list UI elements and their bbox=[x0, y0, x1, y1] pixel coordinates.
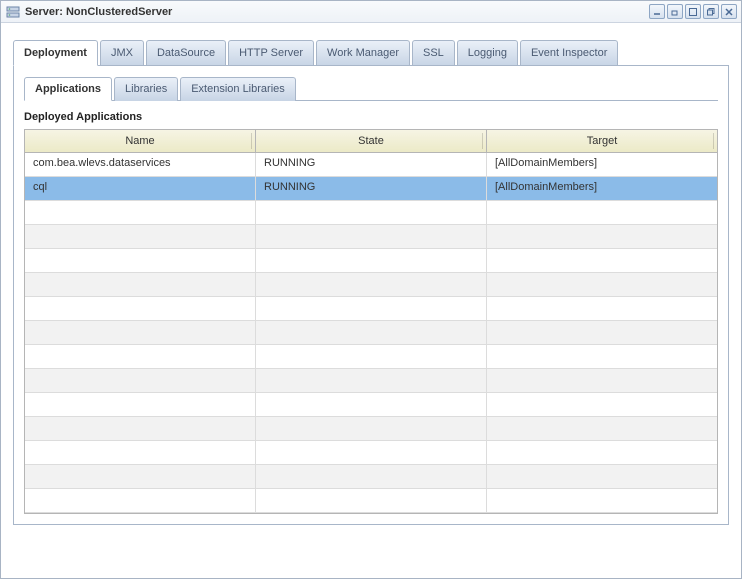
cell-state: RUNNING bbox=[256, 153, 487, 176]
cell-name: cql bbox=[25, 177, 256, 200]
cell-empty bbox=[487, 201, 717, 224]
cell-empty bbox=[256, 489, 487, 512]
titlebar: Server: NonClusteredServer bbox=[1, 1, 741, 23]
minimize-button[interactable] bbox=[649, 4, 665, 19]
table-row-empty[interactable] bbox=[25, 441, 717, 465]
table-row-empty[interactable] bbox=[25, 489, 717, 513]
sub-tabs: ApplicationsLibrariesExtension Libraries bbox=[24, 76, 718, 100]
cell-empty bbox=[256, 321, 487, 344]
cell-empty bbox=[487, 417, 717, 440]
cell-empty bbox=[25, 249, 256, 272]
table-row-empty[interactable] bbox=[25, 249, 717, 273]
cell-empty bbox=[487, 249, 717, 272]
cell-empty bbox=[256, 441, 487, 464]
maximize-button[interactable] bbox=[685, 4, 701, 19]
cell-state: RUNNING bbox=[256, 177, 487, 200]
content-area: DeploymentJMXDataSourceHTTP ServerWork M… bbox=[1, 23, 741, 578]
tab-datasource[interactable]: DataSource bbox=[146, 40, 226, 66]
section-title: Deployed Applications bbox=[24, 111, 718, 123]
cell-empty bbox=[25, 417, 256, 440]
table-row-empty[interactable] bbox=[25, 201, 717, 225]
applications-table: NameStateTarget com.bea.wlevs.dataservic… bbox=[24, 129, 718, 514]
subtab-applications[interactable]: Applications bbox=[24, 77, 112, 101]
column-header-name[interactable]: Name bbox=[25, 130, 256, 152]
server-icon bbox=[5, 4, 21, 20]
titlebar-buttons bbox=[649, 4, 737, 19]
cell-empty bbox=[256, 249, 487, 272]
cell-empty bbox=[25, 489, 256, 512]
cell-empty bbox=[487, 369, 717, 392]
table-row[interactable]: cqlRUNNING[AllDomainMembers] bbox=[25, 177, 717, 201]
column-header-state[interactable]: State bbox=[256, 130, 487, 152]
cell-empty bbox=[25, 369, 256, 392]
table-header: NameStateTarget bbox=[25, 130, 717, 153]
cell-empty bbox=[256, 345, 487, 368]
cell-empty bbox=[256, 465, 487, 488]
cell-empty bbox=[25, 465, 256, 488]
column-header-target[interactable]: Target bbox=[487, 130, 717, 152]
cell-empty bbox=[256, 225, 487, 248]
cell-empty bbox=[256, 297, 487, 320]
window: Server: NonClusteredServer DeploymentJMX… bbox=[0, 0, 742, 579]
cell-empty bbox=[487, 441, 717, 464]
cell-empty bbox=[25, 273, 256, 296]
table-row-empty[interactable] bbox=[25, 465, 717, 489]
subtab-extension-libraries[interactable]: Extension Libraries bbox=[180, 77, 296, 101]
cell-empty bbox=[25, 321, 256, 344]
cell-target: [AllDomainMembers] bbox=[487, 177, 717, 200]
tab-work-manager[interactable]: Work Manager bbox=[316, 40, 410, 66]
cell-empty bbox=[487, 465, 717, 488]
applications-panel: Deployed Applications NameStateTarget co… bbox=[24, 100, 718, 514]
table-row-empty[interactable] bbox=[25, 273, 717, 297]
cell-empty bbox=[487, 393, 717, 416]
tab-jmx[interactable]: JMX bbox=[100, 40, 144, 66]
table-row-empty[interactable] bbox=[25, 297, 717, 321]
cell-empty bbox=[487, 273, 717, 296]
cell-empty bbox=[487, 297, 717, 320]
table-row[interactable]: com.bea.wlevs.dataservicesRUNNING[AllDom… bbox=[25, 153, 717, 177]
table-row-empty[interactable] bbox=[25, 417, 717, 441]
cascade-button[interactable] bbox=[703, 4, 719, 19]
close-button[interactable] bbox=[721, 4, 737, 19]
cell-empty bbox=[25, 201, 256, 224]
tab-deployment[interactable]: Deployment bbox=[13, 40, 98, 66]
tab-logging[interactable]: Logging bbox=[457, 40, 518, 66]
main-tabs: DeploymentJMXDataSourceHTTP ServerWork M… bbox=[13, 39, 729, 65]
cell-empty bbox=[25, 393, 256, 416]
table-row-empty[interactable] bbox=[25, 345, 717, 369]
deployment-panel: ApplicationsLibrariesExtension Libraries… bbox=[13, 65, 729, 525]
cell-target: [AllDomainMembers] bbox=[487, 153, 717, 176]
column-resize-handle[interactable] bbox=[713, 133, 714, 149]
cell-empty bbox=[256, 273, 487, 296]
cell-empty bbox=[487, 321, 717, 344]
tab-http-server[interactable]: HTTP Server bbox=[228, 40, 314, 66]
table-row-empty[interactable] bbox=[25, 393, 717, 417]
table-body: com.bea.wlevs.dataservicesRUNNING[AllDom… bbox=[25, 153, 717, 513]
restore-down-button[interactable] bbox=[667, 4, 683, 19]
column-resize-handle[interactable] bbox=[482, 133, 483, 149]
tab-event-inspector[interactable]: Event Inspector bbox=[520, 40, 618, 66]
cell-empty bbox=[25, 297, 256, 320]
table-row-empty[interactable] bbox=[25, 369, 717, 393]
cell-empty bbox=[25, 441, 256, 464]
cell-empty bbox=[487, 489, 717, 512]
window-title: Server: NonClusteredServer bbox=[25, 6, 649, 18]
cell-empty bbox=[256, 201, 487, 224]
table-row-empty[interactable] bbox=[25, 225, 717, 249]
cell-empty bbox=[25, 225, 256, 248]
table-row-empty[interactable] bbox=[25, 321, 717, 345]
cell-empty bbox=[25, 345, 256, 368]
cell-empty bbox=[487, 345, 717, 368]
column-resize-handle[interactable] bbox=[251, 133, 252, 149]
cell-empty bbox=[256, 417, 487, 440]
cell-empty bbox=[487, 225, 717, 248]
cell-empty bbox=[256, 393, 487, 416]
subtab-libraries[interactable]: Libraries bbox=[114, 77, 178, 101]
cell-name: com.bea.wlevs.dataservices bbox=[25, 153, 256, 176]
cell-empty bbox=[256, 369, 487, 392]
tab-ssl[interactable]: SSL bbox=[412, 40, 455, 66]
